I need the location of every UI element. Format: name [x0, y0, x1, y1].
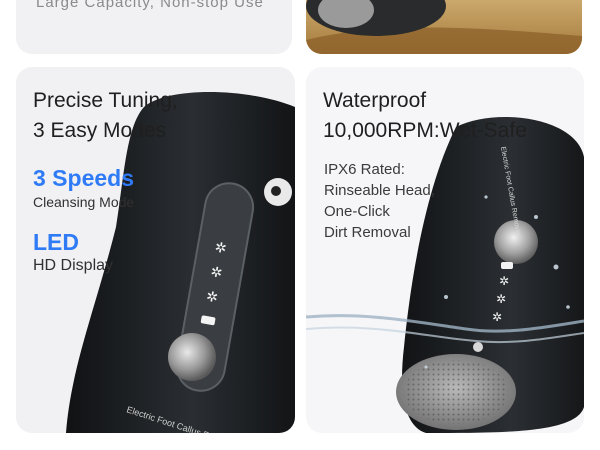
feature-led-subtitle: HD Display [33, 257, 114, 274]
feature-led: LED HD Display [33, 229, 113, 275]
detail-line-2: Rinseable Head, [324, 182, 435, 199]
feature-speeds: 3 Speeds Cleansing Mode [33, 165, 134, 211]
top-card-right-image [306, 0, 582, 54]
detail-line-3: One-Click [324, 203, 390, 220]
svg-text:✲: ✲ [496, 292, 506, 306]
feature-speeds-title: 3 Speeds [33, 165, 134, 191]
headline-line-1: Waterproof [323, 89, 427, 112]
top-card-left: Large Capacity, Non-stop Use [16, 0, 292, 54]
headline-line-2: 10,000RPM:Wet-Safe [323, 119, 527, 142]
svg-text:✲: ✲ [492, 310, 502, 324]
detail-line-1: IPX6 Rated: [324, 161, 405, 178]
svg-text:✲: ✲ [499, 274, 509, 288]
waterproof-details: IPX6 Rated: Rinseable Head, One-Click Di… [324, 159, 435, 243]
feature-card-waterproof: ✲ ✲ ✲ Electric Foot Callus Remover Water… [306, 67, 584, 433]
feature-speeds-subtitle: Cleansing Mode [33, 194, 135, 210]
headline-line-1: Precise Tuning, [33, 89, 178, 112]
headline-modes: Precise Tuning, 3 Easy Modes [33, 86, 178, 146]
headline-line-2: 3 Easy Modes [33, 119, 167, 142]
top-card-caption: Large Capacity, Non-stop Use [36, 0, 264, 11]
feature-led-title: LED [33, 229, 79, 255]
detail-line-4: Dirt Removal [324, 224, 411, 241]
feature-card-modes: ✲ ✲ ✲ Electric Foot Callus Remover Preci… [16, 67, 295, 433]
headline-waterproof: Waterproof 10,000RPM:Wet-Safe [323, 86, 527, 146]
product-image-top [306, 0, 582, 54]
